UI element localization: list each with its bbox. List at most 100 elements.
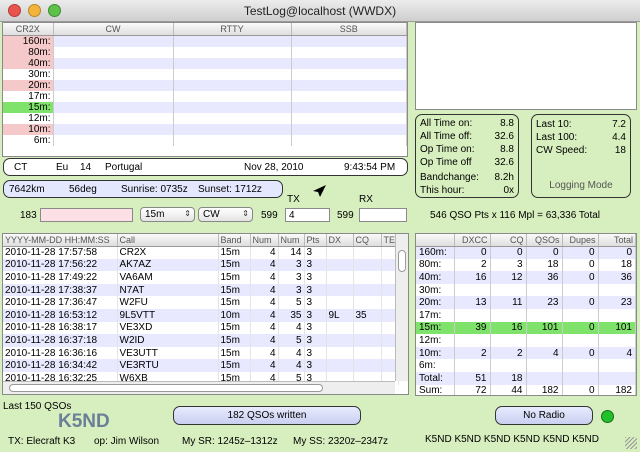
mult-cell [291, 90, 407, 102]
table-row[interactable]: 2010-11-28 16:38:17 VE3XD 15m 4 4 3 [3, 321, 399, 335]
qso-log-table[interactable]: YYYY-MM-DD HH:MM:SS Call Band Num Num Pts DX CQ… [2, 233, 409, 395]
log-horizontal-scroll-thumb[interactable] [9, 384, 323, 392]
summary-row: 30m: [416, 283, 636, 297]
summary-column-header[interactable]: CQ [490, 234, 527, 247]
table-row[interactable]: 2010-11-28 17:36:47 W2FU 15m 4 5 3 [3, 296, 399, 309]
table-row[interactable]: 2010-11-28 17:49:22 VA6AM 15m 4 3 3 [3, 271, 399, 284]
log-cell-num2: 4 [278, 346, 305, 360]
log-cell-band: 15m [218, 334, 251, 347]
log-cell-cq [353, 321, 382, 335]
rx-exchange-input[interactable] [359, 208, 407, 222]
log-column-header[interactable]: Band [218, 234, 251, 247]
mult-row[interactable]: 80m: [3, 46, 407, 58]
log-cell-cq [353, 246, 382, 259]
table-row[interactable]: 2010-11-28 17:57:58 CR2X 15m 4 14 3 [3, 246, 399, 259]
log-column-header[interactable]: Num [278, 234, 305, 247]
timer-row: Op Time on: 8.8 [420, 143, 514, 156]
mult-row[interactable]: 17m: [3, 90, 407, 102]
log-cell-call: W2ID [117, 334, 219, 347]
mult-row[interactable]: 40m: [3, 57, 407, 69]
log-cell-band: 15m [218, 271, 251, 284]
log-cell-band: 15m [218, 258, 251, 272]
multiplier-grid[interactable]: CR2X CW RTTY SSB 160m: 80m: 40m: 30m: 20m: 17… [2, 22, 408, 157]
summary-cell-dupes [562, 334, 599, 347]
log-column-header[interactable]: DX [326, 234, 354, 247]
log-cell-call: VE3XD [117, 321, 219, 335]
summary-cell-dupes: 0 [562, 321, 599, 335]
log-cell-num1: 4 [250, 321, 279, 335]
log-cell-band: 15m [218, 296, 251, 309]
summary-column-header[interactable]: DXCC [454, 234, 491, 247]
summary-cell-cq [490, 308, 527, 322]
mult-col-cw[interactable]: CW [53, 23, 174, 36]
summary-column-header[interactable]: Total [598, 234, 636, 247]
summary-cell-band: 15m: [416, 321, 455, 335]
band-summary-table[interactable]: DXCC CQ QSOs Dupes Total 160m: 0 0 0 0 0 80m: 2 3 18 0… [415, 233, 637, 396]
notes-pane[interactable] [415, 22, 637, 110]
mode-select[interactable]: CW ⇕ [198, 207, 253, 222]
log-column-header[interactable]: Pts [304, 234, 327, 247]
tx-exchange-input[interactable]: 4 [285, 208, 330, 222]
summary-row: 10m: 2 2 4 0 4 [416, 346, 636, 360]
resize-grip-icon[interactable] [625, 437, 637, 449]
mult-cell [291, 57, 407, 69]
mult-cell [173, 90, 292, 102]
summary-cell-dxcc: 13 [454, 296, 491, 309]
log-column-header[interactable]: CQ [353, 234, 382, 247]
mult-cell [53, 35, 174, 47]
mult-row[interactable]: 10m: [3, 123, 407, 135]
qsos-written-button[interactable]: 182 QSOs written [173, 406, 361, 425]
log-horizontal-scrollbar[interactable] [3, 381, 395, 394]
table-row[interactable]: 2010-11-28 17:38:37 N7AT 15m 4 3 3 [3, 283, 399, 297]
log-cell-pts: 3 [304, 321, 327, 335]
table-row[interactable]: 2010-11-28 16:37:18 W2ID 15m 4 5 3 [3, 334, 399, 347]
timer-row: Bandchange: 8.2h [420, 171, 514, 184]
radio-status-led-icon [601, 410, 614, 423]
summary-cell-total: 101 [598, 321, 636, 335]
timers-panel: All Time on: 8.8 All Time off: 32.6 Op Time … [415, 114, 519, 198]
log-cell-num2: 3 [278, 283, 305, 297]
mult-row[interactable]: 20m: [3, 79, 407, 91]
summary-column-header[interactable] [416, 234, 455, 247]
mult-row[interactable]: 160m: [3, 35, 407, 47]
table-row[interactable]: 2010-11-28 16:34:42 VE3RTU 15m 4 4 3 [3, 359, 399, 372]
log-cell-num2: 3 [278, 258, 305, 272]
log-column-header[interactable]: YYYY-MM-DD HH:MM:SS [3, 234, 118, 247]
mult-row[interactable]: 6m: [3, 134, 407, 146]
mult-band-label: 12m: [3, 112, 54, 124]
mult-cell [53, 134, 174, 146]
summary-cell-band: Total: [416, 371, 455, 385]
table-row[interactable]: 2010-11-28 17:56:22 AK7AZ 15m 4 3 3 [3, 258, 399, 272]
mult-row[interactable]: 15m: [3, 101, 407, 113]
callsign-input[interactable] [40, 208, 133, 222]
log-column-header[interactable]: Call [117, 234, 219, 247]
log-vertical-scrollbar[interactable] [395, 234, 408, 381]
summary-cell-total [598, 308, 636, 322]
mult-col-rtty[interactable]: RTTY [173, 23, 292, 36]
radio-status-button[interactable]: No Radio [495, 406, 593, 425]
rate-value: 7.2 [612, 119, 626, 130]
summary-cell-dupes [562, 283, 599, 297]
table-row[interactable]: 2010-11-28 16:53:12 9L5VTT 10m 4 35 3 9L 35 [3, 308, 399, 322]
summary-cell-band: 80m: [416, 258, 455, 272]
band-select[interactable]: 15m ⇕ [140, 207, 195, 222]
summary-cell-dupes: 0 [562, 296, 599, 309]
log-cell-dx [326, 283, 354, 297]
timer-value: 32.6 [494, 157, 514, 168]
log-cell-pts: 3 [304, 246, 327, 259]
mult-col-ssb[interactable]: SSB [291, 23, 407, 36]
log-cell-time: 2010-11-28 16:38:17 [3, 321, 118, 335]
mult-row[interactable]: 12m: [3, 112, 407, 124]
table-row[interactable]: 2010-11-28 16:36:16 VE3UTT 15m 4 4 3 [3, 346, 399, 360]
summary-column-header[interactable]: Dupes [562, 234, 599, 247]
log-cell-num1: 4 [250, 258, 279, 272]
mult-col-call[interactable]: CR2X [3, 23, 54, 36]
summary-cell-dupes: 0 [562, 258, 599, 272]
summary-cell-dxcc [454, 334, 491, 347]
summary-row: Total: 51 18 [416, 371, 636, 385]
summary-column-header[interactable]: QSOs [526, 234, 563, 247]
mult-row[interactable]: 30m: [3, 68, 407, 80]
log-column-header[interactable]: Num [250, 234, 279, 247]
summary-cell-total: 36 [598, 271, 636, 284]
log-vertical-scroll-thumb[interactable] [398, 250, 406, 272]
